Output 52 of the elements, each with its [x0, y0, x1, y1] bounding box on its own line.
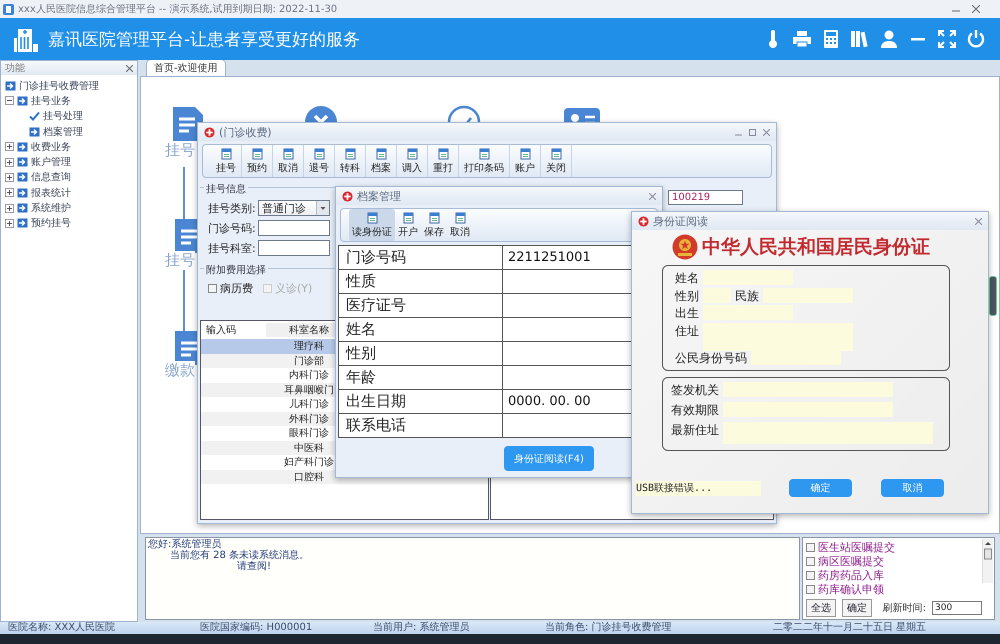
table-cell-text: 眼科门诊	[288, 426, 330, 440]
app-title: 嘉讯医院管理平台-让患者享受更好的服务	[48, 28, 360, 50]
field-label: 门诊号码	[339, 246, 502, 269]
field-label: 挂号类别:	[208, 200, 256, 216]
window-title: 档案管理	[357, 188, 401, 204]
table-cell-text: 理疗科	[293, 340, 325, 354]
table-cell-text: 中医科	[293, 442, 325, 455]
status-text: 医院国家编码: H000001	[200, 622, 314, 634]
field-label: 住址	[675, 322, 699, 340]
table-cell-text: 内科门诊	[288, 368, 330, 382]
field-label: 性别	[675, 288, 699, 305]
field-label: 联系电话	[339, 414, 502, 437]
status-field: USB联接错误...	[636, 480, 761, 496]
field-label: 姓名	[339, 318, 502, 341]
dropdown-value: 普通门诊	[262, 200, 306, 216]
table-cell-text: 儿科门诊	[288, 398, 330, 412]
checkbox-label: 义诊(Y)	[275, 281, 312, 296]
panel-title: 功能	[5, 62, 25, 75]
table-cell-text: 耳鼻咽喉门	[283, 384, 335, 397]
message-text: 请查阅!	[236, 561, 272, 572]
window-title: 身份证阅读	[653, 214, 708, 228]
field-label: 出生	[675, 305, 699, 322]
field-label: 性质	[339, 270, 502, 293]
column-header: 输入码	[205, 324, 237, 337]
field-label: 出生日期	[339, 390, 502, 413]
field-label: 年龄	[339, 366, 502, 389]
table-cell-text: 外科门诊	[288, 412, 330, 426]
status-text: 二零二二年十一月二十五日 星期五	[773, 622, 928, 634]
table-cell-text: 妇产科门诊	[283, 456, 335, 470]
group-title: 附加费用选择	[204, 263, 268, 277]
field-label: 签发机关	[671, 382, 719, 399]
card-heading: 中华人民共和国居民身份证	[702, 235, 930, 260]
status-text: 当前角色: 门诊挂号收费管理	[545, 622, 673, 634]
window-title: xxx人民医院信息综合管理平台 -- 演示系统,试用到期日期: 2022-11-30	[18, 2, 338, 16]
status-text: 当前用户: 系统管理员	[373, 622, 471, 634]
message-text: 您好:系统管理员	[148, 539, 222, 550]
field-label: 性别	[339, 342, 502, 365]
field-label: 民族	[735, 288, 759, 305]
field-label: 门诊号码:	[208, 220, 256, 236]
status-text: 医院名称: XXX人民医院	[8, 622, 116, 634]
window-title: (门诊收费)	[219, 124, 272, 140]
field-label: 姓名	[675, 270, 699, 287]
table-cell-text: 门诊部	[293, 354, 325, 368]
field-label: 挂号科室:	[208, 240, 256, 256]
message-text: 当前您有 28 条未读系统消息。	[169, 550, 310, 561]
field-label: 刷新时间:	[882, 602, 926, 615]
field-label: 最新住址	[671, 422, 719, 439]
group-title: 挂号信息	[204, 182, 248, 196]
table-cell-text: 口腔科	[293, 470, 325, 484]
field-label: 公民身份号码	[675, 350, 747, 368]
field-label: 有效期限	[671, 402, 719, 419]
field-label: 医疗证号	[339, 294, 502, 317]
